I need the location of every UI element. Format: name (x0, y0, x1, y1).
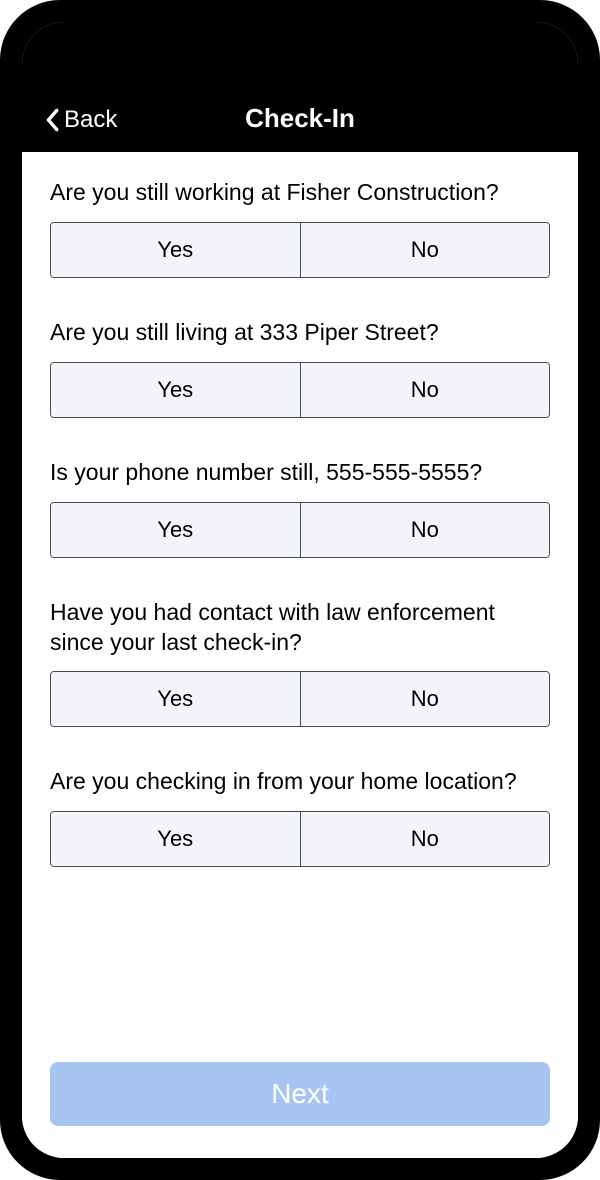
next-button[interactable]: Next (50, 1062, 550, 1126)
question-text: Are you still working at Fisher Construc… (50, 178, 550, 208)
yes-no-group: Yes No (50, 362, 550, 418)
yes-button[interactable]: Yes (51, 672, 301, 726)
phone-side-button (0, 300, 2, 430)
screen: Back Check-In Are you still working at F… (22, 22, 578, 1158)
yes-no-group: Yes No (50, 811, 550, 867)
question-text: Have you had contact with law enforcemen… (50, 598, 550, 658)
question-block: Is your phone number still, 555-555-5555… (50, 458, 550, 558)
question-text: Are you still living at 333 Piper Street… (50, 318, 550, 348)
no-button[interactable]: No (301, 812, 550, 866)
question-block: Are you still living at 333 Piper Street… (50, 318, 550, 418)
no-button[interactable]: No (301, 363, 550, 417)
question-text: Are you checking in from your home locat… (50, 767, 550, 797)
no-button[interactable]: No (301, 503, 550, 557)
yes-button[interactable]: Yes (51, 503, 301, 557)
yes-button[interactable]: Yes (51, 812, 301, 866)
yes-no-group: Yes No (50, 671, 550, 727)
question-block: Have you had contact with law enforcemen… (50, 598, 550, 728)
no-button[interactable]: No (301, 672, 550, 726)
back-label: Back (64, 106, 117, 134)
page-title: Check-In (40, 103, 560, 134)
spacer (50, 907, 550, 1062)
yes-button[interactable]: Yes (51, 223, 301, 277)
header: Back Check-In (22, 22, 578, 152)
phone-frame: Back Check-In Are you still working at F… (0, 0, 600, 1180)
yes-no-group: Yes No (50, 222, 550, 278)
question-block: Are you still working at Fisher Construc… (50, 178, 550, 278)
phone-side-button (0, 200, 2, 270)
content: Are you still working at Fisher Construc… (22, 152, 578, 1158)
chevron-left-icon (44, 108, 60, 132)
question-text: Is your phone number still, 555-555-5555… (50, 458, 550, 488)
back-button[interactable]: Back (44, 106, 117, 134)
no-button[interactable]: No (301, 223, 550, 277)
yes-button[interactable]: Yes (51, 363, 301, 417)
question-block: Are you checking in from your home locat… (50, 767, 550, 867)
yes-no-group: Yes No (50, 502, 550, 558)
